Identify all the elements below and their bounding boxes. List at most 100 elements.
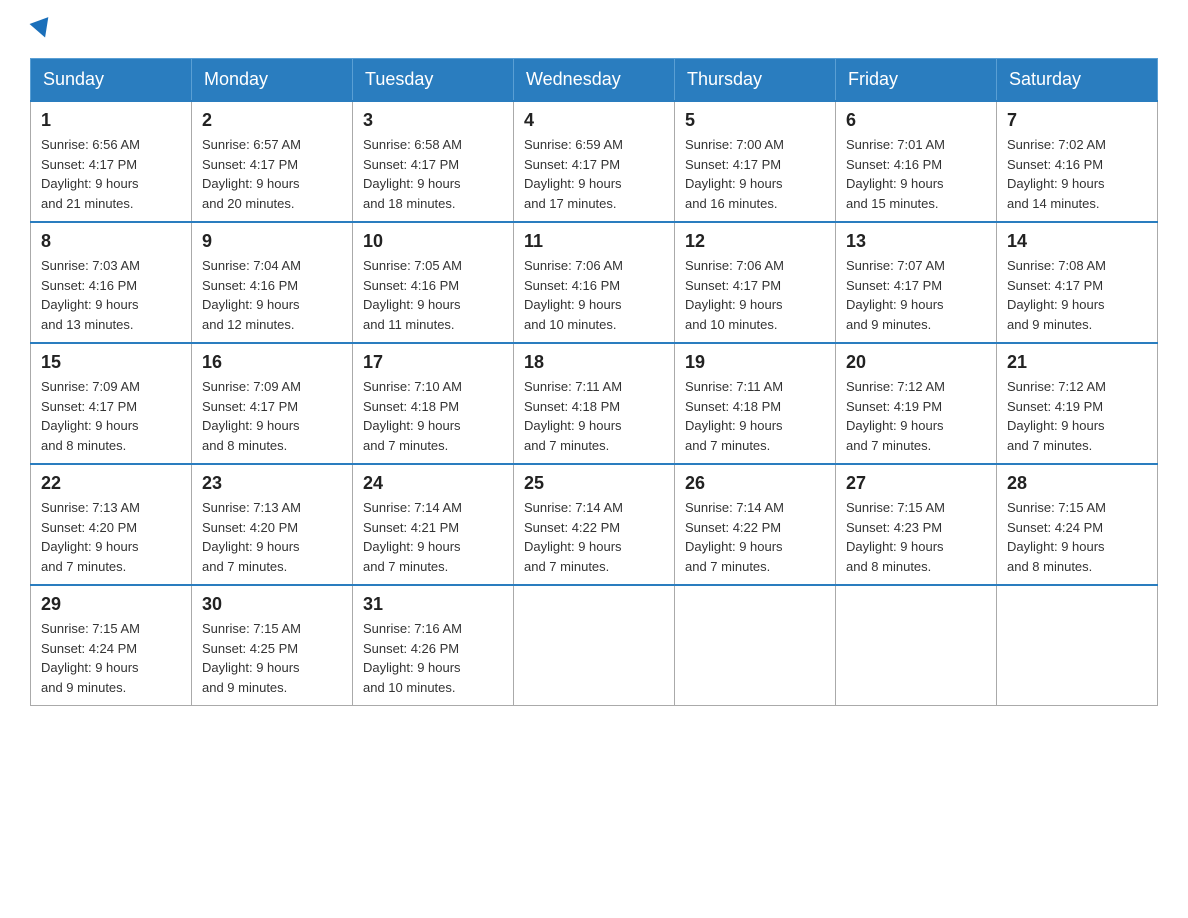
header-thursday: Thursday [675,59,836,102]
logo [30,20,52,38]
day-number: 5 [685,110,825,131]
calendar-cell: 30 Sunrise: 7:15 AMSunset: 4:25 PMDayligh… [192,585,353,706]
calendar-cell: 29 Sunrise: 7:15 AMSunset: 4:24 PMDayligh… [31,585,192,706]
day-info: Sunrise: 7:05 AMSunset: 4:16 PMDaylight:… [363,256,503,334]
day-number: 13 [846,231,986,252]
day-number: 23 [202,473,342,494]
calendar-cell: 24 Sunrise: 7:14 AMSunset: 4:21 PMDayligh… [353,464,514,585]
day-info: Sunrise: 7:03 AMSunset: 4:16 PMDaylight:… [41,256,181,334]
day-info: Sunrise: 7:10 AMSunset: 4:18 PMDaylight:… [363,377,503,455]
page-header [30,20,1158,38]
calendar-cell [836,585,997,706]
day-number: 24 [363,473,503,494]
day-info: Sunrise: 7:06 AMSunset: 4:17 PMDaylight:… [685,256,825,334]
week-row-2: 8 Sunrise: 7:03 AMSunset: 4:16 PMDaylight… [31,222,1158,343]
week-row-5: 29 Sunrise: 7:15 AMSunset: 4:24 PMDayligh… [31,585,1158,706]
calendar-cell: 8 Sunrise: 7:03 AMSunset: 4:16 PMDaylight… [31,222,192,343]
calendar-cell: 26 Sunrise: 7:14 AMSunset: 4:22 PMDayligh… [675,464,836,585]
day-info: Sunrise: 7:13 AMSunset: 4:20 PMDaylight:… [202,498,342,576]
day-info: Sunrise: 7:12 AMSunset: 4:19 PMDaylight:… [1007,377,1147,455]
day-number: 20 [846,352,986,373]
day-number: 6 [846,110,986,131]
day-number: 2 [202,110,342,131]
day-number: 8 [41,231,181,252]
day-number: 10 [363,231,503,252]
day-info: Sunrise: 6:56 AMSunset: 4:17 PMDaylight:… [41,135,181,213]
week-row-4: 22 Sunrise: 7:13 AMSunset: 4:20 PMDayligh… [31,464,1158,585]
calendar-cell: 27 Sunrise: 7:15 AMSunset: 4:23 PMDayligh… [836,464,997,585]
day-number: 28 [1007,473,1147,494]
calendar-cell: 9 Sunrise: 7:04 AMSunset: 4:16 PMDaylight… [192,222,353,343]
day-info: Sunrise: 7:11 AMSunset: 4:18 PMDaylight:… [524,377,664,455]
calendar-cell: 28 Sunrise: 7:15 AMSunset: 4:24 PMDayligh… [997,464,1158,585]
day-number: 21 [1007,352,1147,373]
calendar-cell: 18 Sunrise: 7:11 AMSunset: 4:18 PMDayligh… [514,343,675,464]
calendar-cell: 4 Sunrise: 6:59 AMSunset: 4:17 PMDaylight… [514,101,675,222]
calendar-cell: 17Sunrise: 7:10 AMSunset: 4:18 PMDayligh… [353,343,514,464]
calendar-cell: 7 Sunrise: 7:02 AMSunset: 4:16 PMDaylight… [997,101,1158,222]
day-info: Sunrise: 7:02 AMSunset: 4:16 PMDaylight:… [1007,135,1147,213]
day-info: Sunrise: 7:12 AMSunset: 4:19 PMDaylight:… [846,377,986,455]
day-info: Sunrise: 6:57 AMSunset: 4:17 PMDaylight:… [202,135,342,213]
calendar-cell: 25Sunrise: 7:14 AMSunset: 4:22 PMDayligh… [514,464,675,585]
calendar-cell: 10 Sunrise: 7:05 AMSunset: 4:16 PMDayligh… [353,222,514,343]
day-number: 9 [202,231,342,252]
day-number: 14 [1007,231,1147,252]
calendar-cell [675,585,836,706]
day-info: Sunrise: 7:08 AMSunset: 4:17 PMDaylight:… [1007,256,1147,334]
calendar-cell: 5 Sunrise: 7:00 AMSunset: 4:17 PMDaylight… [675,101,836,222]
header-friday: Friday [836,59,997,102]
day-info: Sunrise: 7:15 AMSunset: 4:25 PMDaylight:… [202,619,342,697]
day-info: Sunrise: 7:15 AMSunset: 4:23 PMDaylight:… [846,498,986,576]
calendar-cell: 15 Sunrise: 7:09 AMSunset: 4:17 PMDayligh… [31,343,192,464]
day-number: 26 [685,473,825,494]
day-number: 31 [363,594,503,615]
calendar-cell: 6Sunrise: 7:01 AMSunset: 4:16 PMDaylight… [836,101,997,222]
day-number: 25 [524,473,664,494]
calendar-cell: 11 Sunrise: 7:06 AMSunset: 4:16 PMDayligh… [514,222,675,343]
day-info: Sunrise: 6:59 AMSunset: 4:17 PMDaylight:… [524,135,664,213]
day-info: Sunrise: 6:58 AMSunset: 4:17 PMDaylight:… [363,135,503,213]
header-wednesday: Wednesday [514,59,675,102]
calendar-cell: 2 Sunrise: 6:57 AMSunset: 4:17 PMDaylight… [192,101,353,222]
day-info: Sunrise: 7:14 AMSunset: 4:22 PMDaylight:… [685,498,825,576]
calendar-cell [997,585,1158,706]
day-number: 29 [41,594,181,615]
calendar-cell: 19Sunrise: 7:11 AMSunset: 4:18 PMDayligh… [675,343,836,464]
day-info: Sunrise: 7:09 AMSunset: 4:17 PMDaylight:… [41,377,181,455]
day-number: 11 [524,231,664,252]
day-info: Sunrise: 7:15 AMSunset: 4:24 PMDaylight:… [41,619,181,697]
day-number: 30 [202,594,342,615]
day-number: 7 [1007,110,1147,131]
day-number: 12 [685,231,825,252]
day-info: Sunrise: 7:00 AMSunset: 4:17 PMDaylight:… [685,135,825,213]
calendar-cell: 21 Sunrise: 7:12 AMSunset: 4:19 PMDayligh… [997,343,1158,464]
day-number: 1 [41,110,181,131]
calendar-cell: 13Sunrise: 7:07 AMSunset: 4:17 PMDayligh… [836,222,997,343]
day-info: Sunrise: 7:13 AMSunset: 4:20 PMDaylight:… [41,498,181,576]
day-number: 18 [524,352,664,373]
day-info: Sunrise: 7:09 AMSunset: 4:17 PMDaylight:… [202,377,342,455]
calendar-cell: 12 Sunrise: 7:06 AMSunset: 4:17 PMDayligh… [675,222,836,343]
day-info: Sunrise: 7:04 AMSunset: 4:16 PMDaylight:… [202,256,342,334]
day-number: 22 [41,473,181,494]
calendar-table: SundayMondayTuesdayWednesdayThursdayFrid… [30,58,1158,706]
day-number: 27 [846,473,986,494]
calendar-cell: 20 Sunrise: 7:12 AMSunset: 4:19 PMDayligh… [836,343,997,464]
day-info: Sunrise: 7:14 AMSunset: 4:21 PMDaylight:… [363,498,503,576]
header-saturday: Saturday [997,59,1158,102]
calendar-cell: 31 Sunrise: 7:16 AMSunset: 4:26 PMDayligh… [353,585,514,706]
day-info: Sunrise: 7:16 AMSunset: 4:26 PMDaylight:… [363,619,503,697]
day-number: 4 [524,110,664,131]
calendar-header-row: SundayMondayTuesdayWednesdayThursdayFrid… [31,59,1158,102]
calendar-cell: 14 Sunrise: 7:08 AMSunset: 4:17 PMDayligh… [997,222,1158,343]
calendar-cell: 23 Sunrise: 7:13 AMSunset: 4:20 PMDayligh… [192,464,353,585]
header-monday: Monday [192,59,353,102]
day-info: Sunrise: 7:15 AMSunset: 4:24 PMDaylight:… [1007,498,1147,576]
calendar-cell [514,585,675,706]
day-info: Sunrise: 7:06 AMSunset: 4:16 PMDaylight:… [524,256,664,334]
week-row-3: 15 Sunrise: 7:09 AMSunset: 4:17 PMDayligh… [31,343,1158,464]
calendar-cell: 22 Sunrise: 7:13 AMSunset: 4:20 PMDayligh… [31,464,192,585]
day-number: 19 [685,352,825,373]
day-number: 15 [41,352,181,373]
